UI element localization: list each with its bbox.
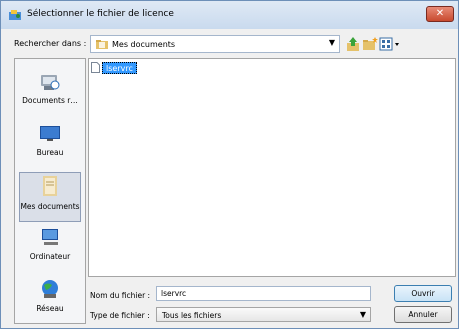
- file-type-label: Type de fichier :: [90, 311, 150, 320]
- place-network[interactable]: Réseau: [19, 277, 81, 327]
- place-computer[interactable]: Ordinateur: [19, 225, 81, 275]
- my-documents-icon: [43, 176, 57, 196]
- file-type-value: Tous les fichiers: [162, 311, 222, 320]
- desktop-icon: [40, 126, 60, 141]
- place-label: Mes documents: [20, 202, 80, 211]
- file-list[interactable]: lservrc: [88, 58, 456, 277]
- up-folder-icon[interactable]: [345, 36, 361, 52]
- file-name-input[interactable]: [156, 286, 371, 301]
- open-button[interactable]: Ouvrir: [394, 285, 452, 302]
- recent-documents-icon: [41, 75, 60, 90]
- computer-icon: [42, 229, 58, 245]
- place-label: Réseau: [36, 304, 64, 313]
- places-bar: Documents r… Bureau Mes documents Ordina…: [14, 58, 86, 324]
- chevron-down-icon: ▼: [359, 310, 366, 319]
- new-folder-icon[interactable]: [362, 36, 378, 52]
- app-icon: [9, 10, 21, 20]
- place-label: Bureau: [36, 148, 64, 157]
- close-button[interactable]: ✕: [426, 6, 454, 22]
- place-my-documents[interactable]: Mes documents: [19, 172, 81, 222]
- file-dialog: Sélectionner le fichier de licence ✕ Rec…: [0, 0, 459, 329]
- file-name: lservrc: [102, 62, 137, 74]
- look-in-label: Rechercher dans :: [14, 39, 87, 48]
- place-label: Documents r…: [22, 96, 78, 105]
- place-recent-documents[interactable]: Documents r…: [19, 69, 81, 119]
- file-name-label: Nom du fichier :: [90, 291, 151, 300]
- file-icon: [91, 62, 100, 73]
- look-in-value: Mes documents: [112, 40, 176, 49]
- close-icon: ✕: [435, 8, 445, 19]
- place-desktop[interactable]: Bureau: [19, 121, 81, 171]
- place-label: Ordinateur: [29, 252, 71, 261]
- look-in-combo[interactable]: Mes documents ▼: [90, 35, 340, 53]
- file-type-select[interactable]: Tous les fichiers ▼: [156, 307, 371, 322]
- chevron-down-icon: ▼: [328, 38, 335, 47]
- view-menu-icon[interactable]: [379, 36, 401, 52]
- folder-icon: [96, 40, 108, 49]
- cancel-button[interactable]: Annuler: [394, 306, 452, 323]
- dialog-title: Sélectionner le fichier de licence: [27, 9, 174, 19]
- title-bar: Sélectionner le fichier de licence ✕: [1, 1, 458, 29]
- network-icon: [42, 280, 58, 298]
